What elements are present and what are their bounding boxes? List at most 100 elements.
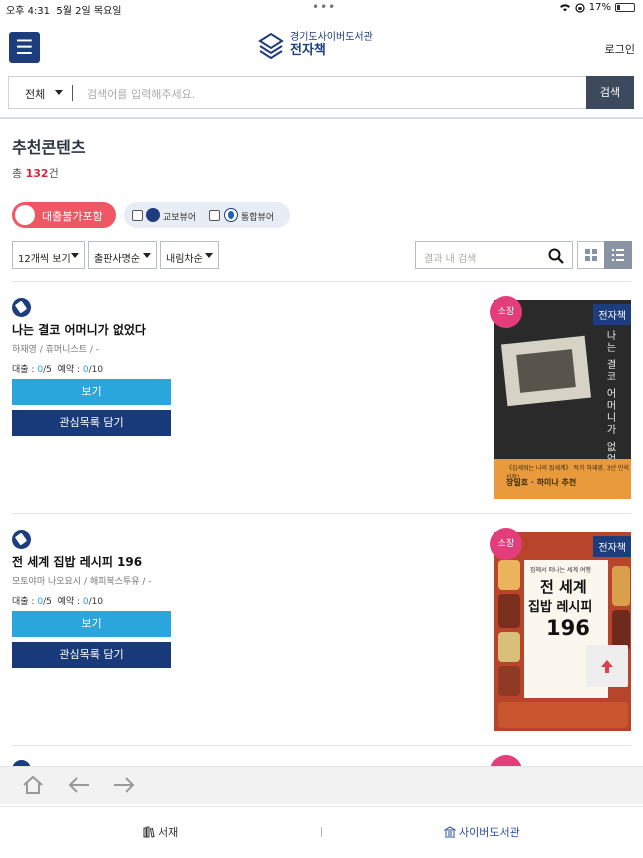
back-arrow-icon[interactable]: [67, 775, 91, 795]
chevron-down-icon: [71, 253, 79, 258]
item-divider: [12, 745, 631, 746]
food-photo: [612, 566, 630, 606]
result-search-field[interactable]: 결과 내 검색: [415, 241, 573, 269]
tab-cyber-library[interactable]: 사이버도서관: [444, 824, 520, 840]
tab-separator: [321, 827, 322, 837]
page: 오후 4:31 5월 2일 목요일 ••• 17% ☰ 경기도사이버도서관 전자…: [0, 0, 643, 858]
total-count: 총 132건: [12, 167, 59, 180]
bottom-tab-bar: 서재 사이버도서관: [0, 806, 643, 858]
owned-badge: 소장: [490, 528, 522, 560]
food-photo: [498, 666, 520, 696]
toggle-knob: [15, 205, 35, 225]
app-header: ☰ 경기도사이버도서관 전자책 로그인: [0, 20, 643, 72]
search-button[interactable]: 검색: [586, 76, 634, 109]
chevron-down-icon: [205, 253, 213, 258]
list-view-button[interactable]: [604, 241, 632, 269]
book-stack-logo-icon: [258, 32, 284, 59]
header-divider: [0, 117, 643, 119]
view-button[interactable]: 보기: [12, 379, 171, 405]
book-availability: 대출 : 0/5 예약 : 0/10: [12, 597, 104, 607]
view-button[interactable]: 보기: [12, 611, 171, 637]
grid-view-button[interactable]: [577, 241, 605, 269]
owned-badge: 소장: [490, 296, 522, 328]
book-title[interactable]: 전 세계 집밥 레시피 196: [12, 553, 142, 570]
multitask-dots[interactable]: •••: [312, 0, 336, 14]
food-photo: [498, 560, 520, 590]
kyobo-viewer-icon: [12, 530, 31, 549]
kyobo-viewer-checkbox[interactable]: [132, 210, 143, 221]
home-icon[interactable]: [22, 775, 44, 795]
sort-field-select[interactable]: 출판사명순: [88, 241, 157, 269]
logo-line2: 전자책: [290, 43, 326, 58]
search-bar: 전체 검색어를 입력해주세요. 검색: [8, 76, 634, 109]
wifi-icon: [559, 4, 570, 12]
result-search-input[interactable]: 결과 내 검색: [424, 250, 476, 265]
grid-icon: [585, 249, 597, 261]
include-unavailable-toggle[interactable]: 대출불가포함: [12, 202, 116, 228]
search-icon[interactable]: [548, 248, 564, 264]
cover-photo-hand: [516, 349, 576, 393]
book-author: 하재영 / 휴머니스트 / -: [12, 345, 99, 355]
kyobo-viewer-label: 교보뷰어: [163, 213, 197, 223]
book-title[interactable]: 나는 결코 어머니가 없었다: [12, 321, 146, 338]
book-item: 나는 결코 어머니가 없었다 하재영 / 휴머니스트 / - 대출 : 0/5 …: [0, 296, 643, 530]
chevron-down-icon[interactable]: [55, 90, 63, 95]
food-photo: [498, 594, 520, 628]
food-photo: [612, 610, 630, 650]
cover-title: 나는 결코 어머니가 없었다: [604, 330, 615, 478]
food-photo: [498, 702, 628, 728]
ebook-tag: 전자책: [593, 536, 631, 557]
search-separator: [72, 85, 73, 101]
lock-rotation-icon: [575, 2, 585, 13]
viewer-filter: 교보뷰어 통합뷰어: [124, 202, 290, 228]
book-availability: 대출 : 0/5 예약 : 0/10: [12, 365, 104, 375]
kyobo-viewer-icon: [12, 298, 31, 317]
browser-navbar: [0, 766, 643, 804]
toggle-label: 대출불가포함: [42, 210, 103, 223]
battery-icon: [615, 3, 635, 12]
cover-kicker: 집에서 떠나는 세계 여행: [530, 567, 591, 574]
forward-arrow-icon[interactable]: [112, 775, 136, 795]
item-divider: [12, 513, 631, 514]
book-cover[interactable]: 전자책 집에서 떠나는 세계 여행 전 세계 집밥 레시피 196: [494, 532, 631, 731]
battery-percent: 17%: [588, 2, 611, 13]
ebook-tag: 전자책: [593, 304, 631, 325]
cover-title-line3: 196: [546, 616, 590, 640]
add-to-wishlist-button[interactable]: 관심목록 담기: [12, 642, 171, 668]
cover-title-line2: 집밥 레시피: [528, 600, 593, 615]
login-link[interactable]: 로그인: [605, 41, 635, 57]
logo-text: 경기도사이버도서관 전자책: [290, 32, 373, 58]
unified-viewer-label: 통합뷰어: [241, 213, 275, 223]
total-count-number: 132: [25, 167, 49, 180]
page-size-select[interactable]: 12개씩 보기: [12, 241, 85, 269]
food-photo: [498, 632, 520, 662]
list-icon: [612, 249, 624, 261]
bookshelf-icon: [143, 826, 155, 838]
sort-order-select[interactable]: 내림차순: [160, 241, 219, 269]
site-logo[interactable]: 경기도사이버도서관 전자책: [258, 31, 373, 59]
scroll-to-top-button[interactable]: [586, 645, 628, 687]
search-input[interactable]: 검색어를 입력해주세요.: [87, 86, 195, 102]
status-bar: 오후 4:31 5월 2일 목요일 ••• 17%: [0, 0, 643, 18]
search-scope-select[interactable]: 전체: [25, 86, 45, 102]
cover-band: 《김세워는 나의 집세계》 작가 하재영, 3년 만의 신작! 장일호 · 하미…: [494, 459, 631, 499]
tab-shelf[interactable]: 서재: [143, 824, 178, 840]
book-cover[interactable]: 전자책 나는 결코 어머니가 없었다 《김세워는 나의 집세계》 작가 하재영,…: [494, 300, 631, 499]
tab-shelf-label: 서재: [158, 826, 179, 839]
chevron-down-icon: [143, 253, 151, 258]
tab-cyber-library-label: 사이버도서관: [459, 826, 520, 839]
cover-title-line1: 전 세계: [540, 578, 587, 596]
kyobo-viewer-icon: [146, 208, 160, 222]
unified-viewer-checkbox[interactable]: [209, 210, 220, 221]
add-to-wishlist-button[interactable]: 관심목록 담기: [12, 410, 171, 436]
page-title: 추천콘텐츠: [12, 138, 86, 157]
library-building-icon: [444, 826, 456, 838]
cover-blurb: 장일호 · 하미나 추천: [506, 478, 577, 487]
status-time: 오후 4:31 5월 2일 목요일: [6, 6, 122, 17]
status-right: 17%: [559, 2, 635, 13]
book-author: 모토야마 나오요시 / 해피북스투유 / -: [12, 577, 152, 587]
list-top-divider: [12, 281, 631, 282]
book-item: 전 세계 집밥 레시피 196 모토야마 나오요시 / 해피북스투유 / - 대…: [0, 528, 643, 762]
menu-button[interactable]: ☰: [9, 32, 40, 63]
unified-viewer-icon: [224, 208, 238, 222]
